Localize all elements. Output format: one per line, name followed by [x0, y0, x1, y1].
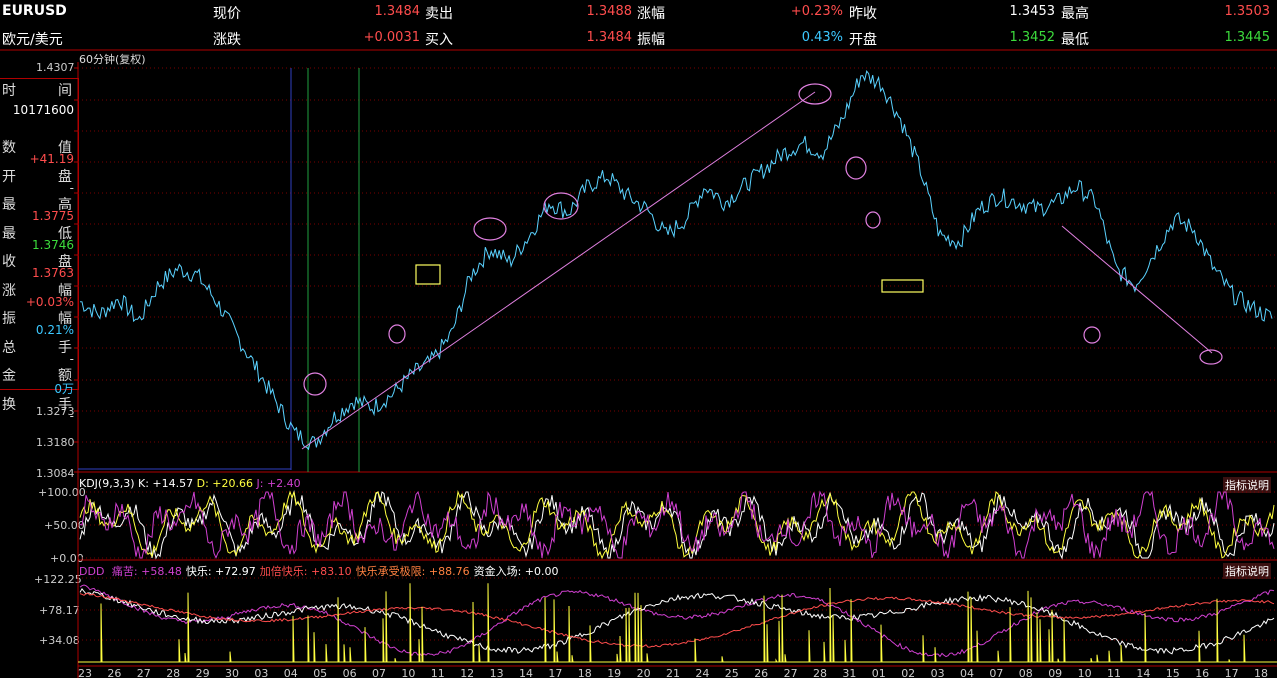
annotation-box — [415, 264, 441, 285]
x-tick-label: 27 — [137, 667, 151, 678]
x-tick-label: 11 — [431, 667, 445, 678]
annotation-ellipse — [303, 372, 327, 396]
x-tick-label: 21 — [666, 667, 680, 678]
x-tick-label: 16 — [1195, 667, 1209, 678]
price-line — [79, 69, 1273, 451]
x-tick-label: 17 — [1225, 667, 1239, 678]
x-tick-label: 18 — [578, 667, 592, 678]
x-tick-label: 10 — [401, 667, 415, 678]
x-tick-label: 02 — [901, 667, 915, 678]
x-tick-label: 03 — [254, 667, 268, 678]
x-tick-label: 07 — [989, 667, 1003, 678]
ddd-funds-spikes — [80, 583, 1275, 663]
x-tick-label: 20 — [637, 667, 651, 678]
x-tick-label: 30 — [225, 667, 239, 678]
x-tick-label: 12 — [460, 667, 474, 678]
x-tick-label: 06 — [343, 667, 357, 678]
x-tick-label: 14 — [519, 667, 533, 678]
x-tick-label: 14 — [1136, 667, 1150, 678]
x-tick-label: 10 — [1078, 667, 1092, 678]
annotation-ellipse — [798, 83, 832, 105]
x-tick-label: 13 — [490, 667, 504, 678]
ddd-pain-line — [79, 584, 1275, 658]
x-tick-label: 17 — [548, 667, 562, 678]
annotation-ellipse — [473, 217, 507, 241]
x-tick-label: 26 — [754, 667, 768, 678]
x-tick-label: 18 — [1254, 667, 1268, 678]
annotation-ellipse — [388, 324, 406, 344]
x-tick-label: 28 — [166, 667, 180, 678]
annotation-ellipse — [865, 211, 881, 229]
x-tick-label: 19 — [607, 667, 621, 678]
trendline — [301, 91, 816, 450]
x-tick-label: 05 — [313, 667, 327, 678]
annotation-ellipse — [1083, 326, 1101, 344]
x-tick-label: 23 — [78, 667, 92, 678]
annotation-ellipse — [845, 156, 867, 180]
x-tick-label: 31 — [842, 667, 856, 678]
x-tick-label: 26 — [107, 667, 121, 678]
x-tick-label: 27 — [784, 667, 798, 678]
x-tick-label: 28 — [813, 667, 827, 678]
x-tick-label: 25 — [725, 667, 739, 678]
x-tick-label: 03 — [931, 667, 945, 678]
x-tick-label: 04 — [960, 667, 974, 678]
x-tick-label: 11 — [1107, 667, 1121, 678]
x-tick-label: 07 — [372, 667, 386, 678]
x-tick-label: 15 — [1166, 667, 1180, 678]
x-tick-label: 08 — [1019, 667, 1033, 678]
chart-canvas[interactable]: 23 26 27 28 29 30 03 04 05 06 07 10 11 12 13 14 17 18 19 20… — [0, 0, 1277, 678]
x-tick-label: 04 — [284, 667, 298, 678]
x-tick-label: 24 — [695, 667, 709, 678]
x-tick-label: 01 — [872, 667, 886, 678]
x-tick-label: 09 — [1048, 667, 1062, 678]
x-tick-label: 29 — [196, 667, 210, 678]
